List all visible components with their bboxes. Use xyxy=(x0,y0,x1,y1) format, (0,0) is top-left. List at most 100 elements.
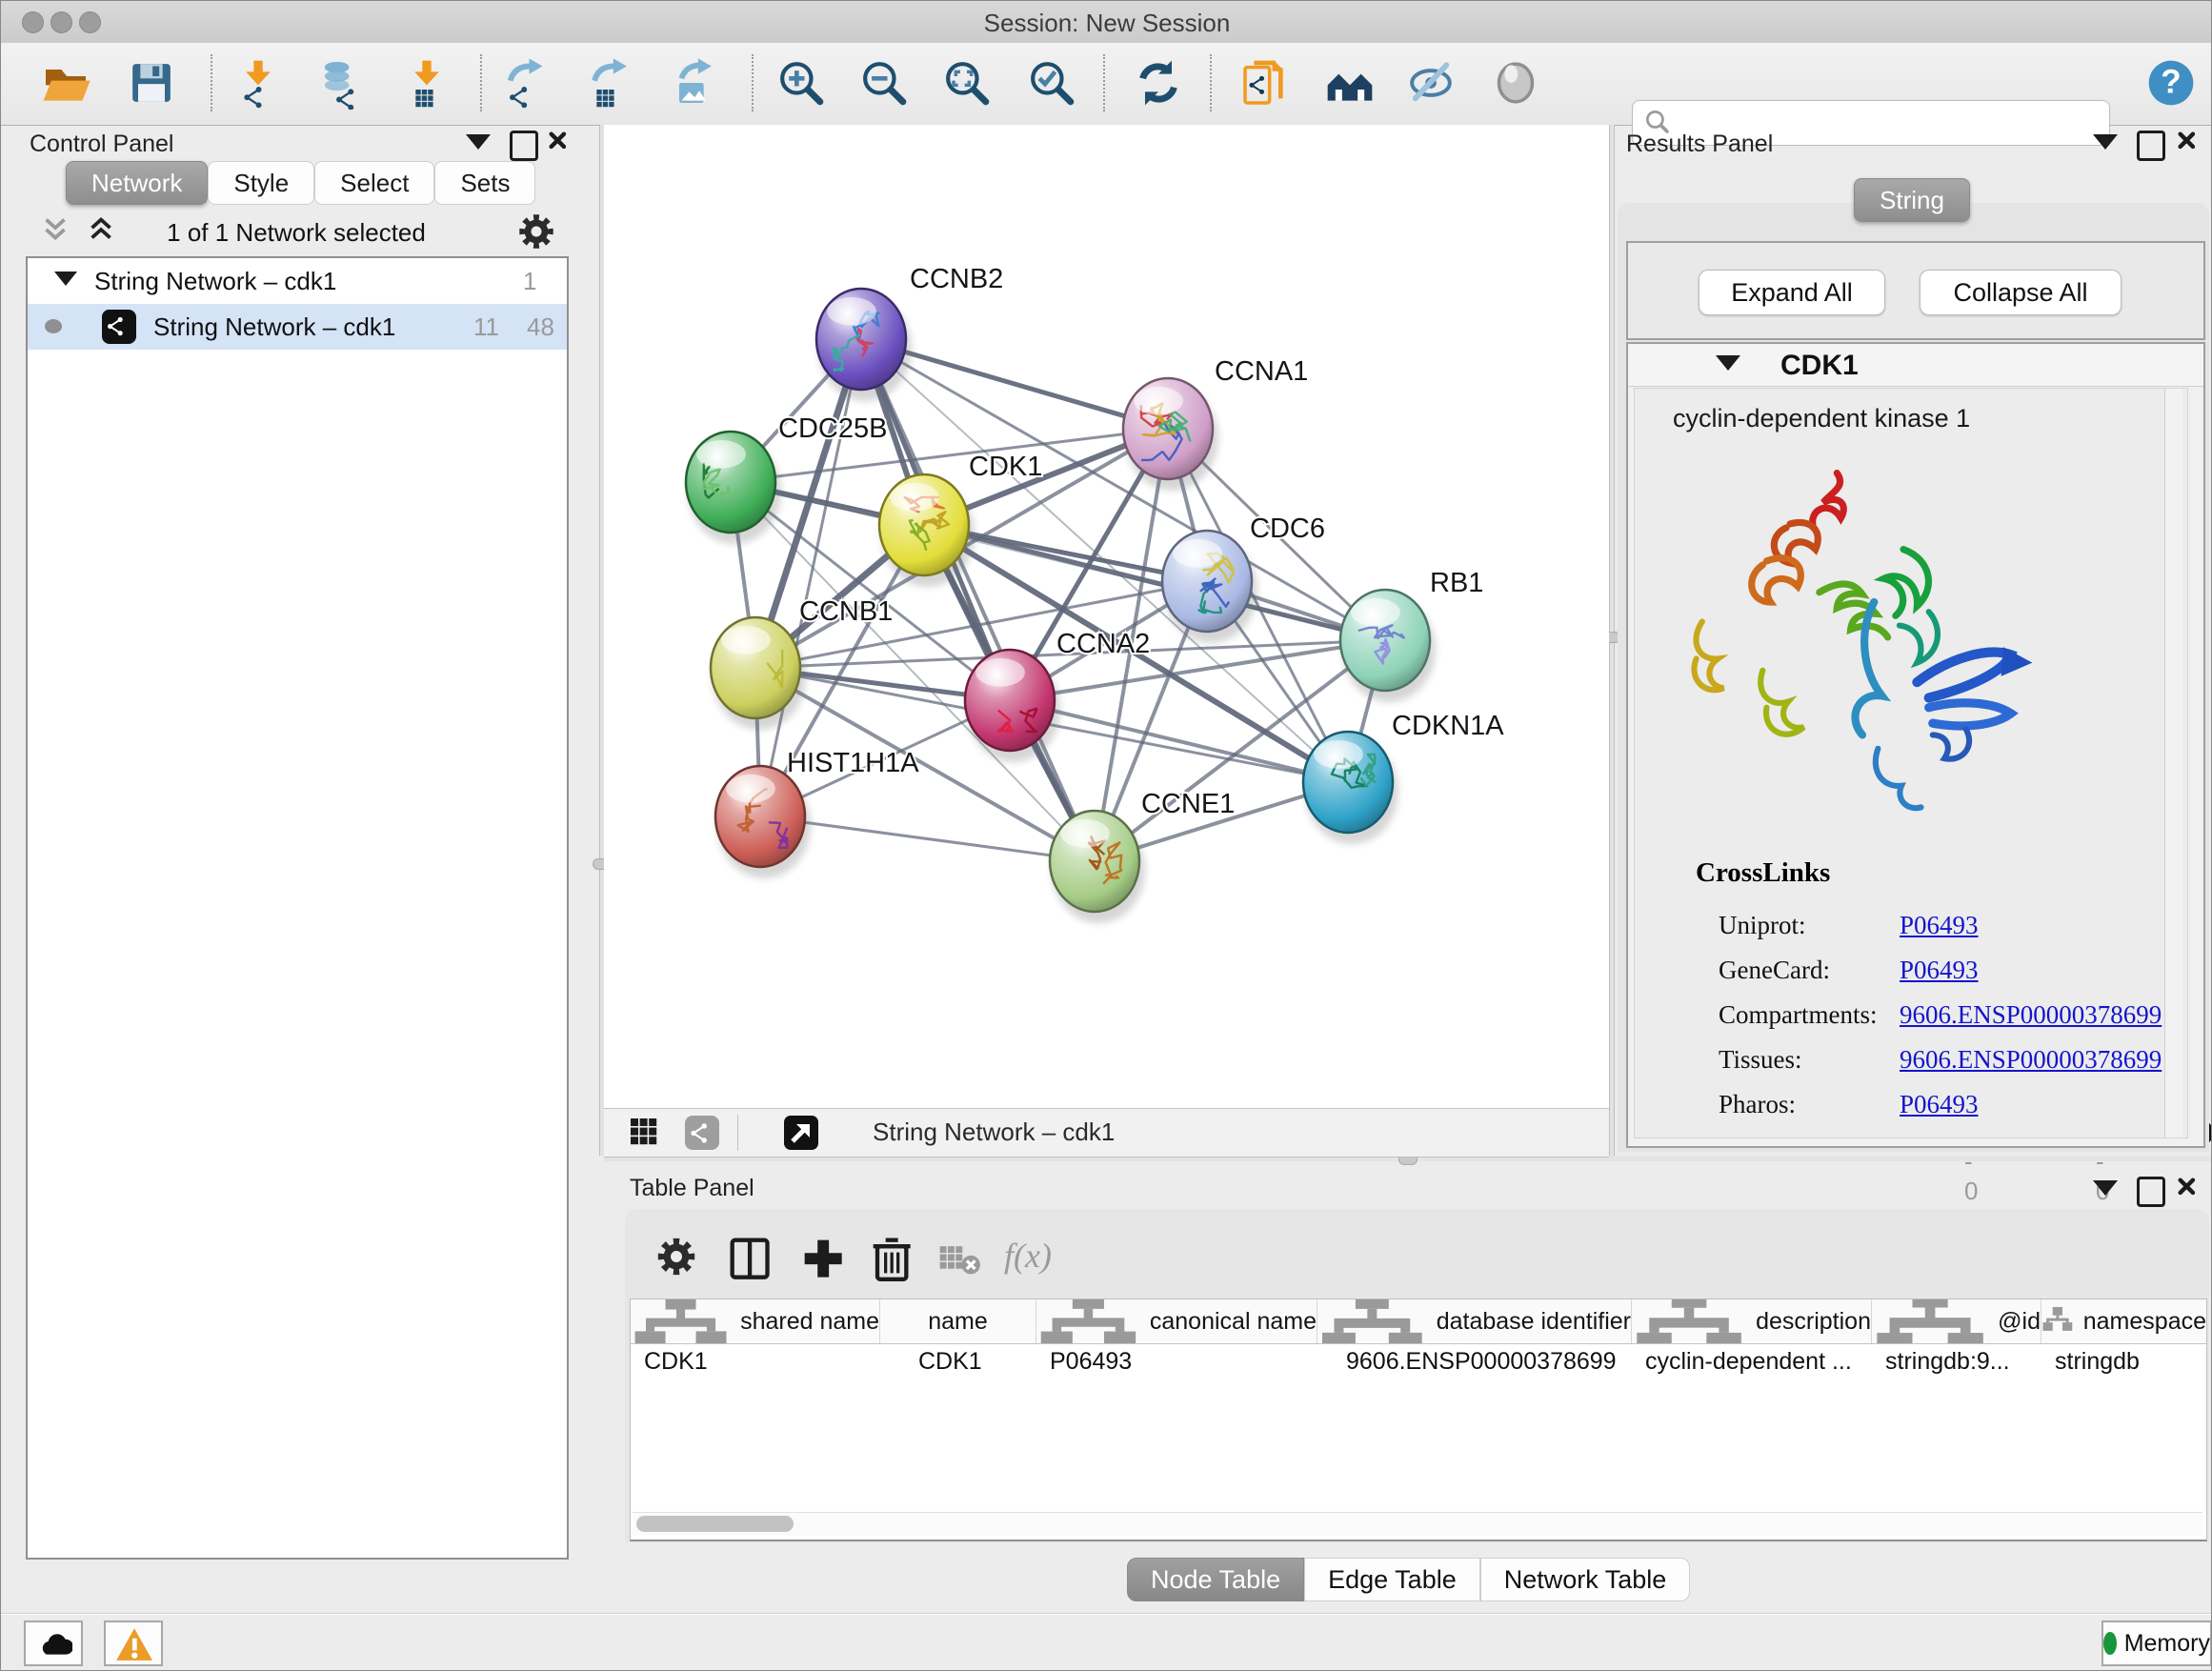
grid-view-icon[interactable] xyxy=(627,1115,663,1151)
network-node-CCNB1[interactable] xyxy=(711,617,800,718)
node-label-CCNA2: CCNA2 xyxy=(1056,629,1150,659)
column-header-canonical-name[interactable]: canonical name xyxy=(1036,1299,1317,1343)
tab-style[interactable]: Style xyxy=(208,161,314,205)
tab-select[interactable]: Select xyxy=(314,161,434,205)
crosslink-pharos[interactable]: P06493 xyxy=(1900,1090,1979,1118)
detach-view-icon[interactable] xyxy=(783,1115,819,1151)
results-panel-float-icon[interactable] xyxy=(2093,134,2118,150)
open-session-icon[interactable] xyxy=(39,56,92,110)
network-thumbnail-icon[interactable] xyxy=(684,1115,720,1151)
table-options-gear-icon[interactable] xyxy=(652,1232,701,1281)
network-node-CCNA1[interactable] xyxy=(1123,378,1213,479)
tab-edge-table[interactable]: Edge Table xyxy=(1304,1558,1480,1601)
crosslink-uniprot[interactable]: P06493 xyxy=(1900,911,1979,939)
import-database-icon[interactable] xyxy=(312,56,366,110)
column-header-shared-name[interactable]: shared name xyxy=(631,1299,880,1343)
zoom-selected-icon[interactable] xyxy=(1025,56,1078,110)
network-edge[interactable] xyxy=(1010,700,1348,782)
network-node-CCNA2[interactable] xyxy=(965,650,1055,751)
table-row[interactable]: CDK1 CDK1 P06493 9606.ENSP00000378699 cy… xyxy=(631,1344,2206,1382)
column-header-description[interactable]: description xyxy=(1632,1299,1872,1343)
network-row[interactable]: String Network – cdk1 11 48 xyxy=(28,304,567,350)
protein-card-expander-icon[interactable] xyxy=(1716,355,1740,371)
crosslink-tissues[interactable]: 9606.ENSP00000378699 xyxy=(1900,1045,2162,1074)
warnings-button[interactable] xyxy=(104,1621,163,1666)
results-panel-title: Results Panel xyxy=(1626,131,1773,158)
refresh-icon[interactable] xyxy=(1132,56,1185,110)
results-panel-maximize-icon[interactable] xyxy=(2137,131,2165,161)
collapse-all-button[interactable]: Collapse All xyxy=(1920,270,2122,315)
protein-result-card: CDK1 cyclin-dependent kinase 1 CrossLink… xyxy=(1626,342,2205,1148)
network-edge[interactable] xyxy=(760,816,1095,861)
network-edge[interactable] xyxy=(861,339,1168,429)
export-network-icon[interactable] xyxy=(499,56,553,110)
network-node-CDK1[interactable] xyxy=(879,474,969,575)
tab-node-table[interactable]: Node Table xyxy=(1127,1558,1304,1601)
network-edge[interactable] xyxy=(760,339,861,816)
column-header-id[interactable]: @id xyxy=(1872,1299,2041,1343)
network-options-gear-icon[interactable] xyxy=(513,209,559,254)
network-canvas[interactable]: CCNB2CCNA1CDC25BCDK1CDC6RB1CCNB1CCNA2CDK… xyxy=(604,125,1609,1108)
save-session-icon[interactable] xyxy=(125,56,178,110)
show-columns-icon[interactable] xyxy=(724,1232,774,1281)
expand-all-networks-icon[interactable] xyxy=(85,212,119,247)
results-panel-close-icon[interactable] xyxy=(2177,131,2203,157)
main-toolbar: ? xyxy=(1,43,2212,126)
network-edge[interactable] xyxy=(861,339,1095,861)
protein-card-header[interactable]: CDK1 xyxy=(1628,344,2203,387)
network-node-CDKN1A[interactable] xyxy=(1303,732,1393,833)
crosslink-row: Uniprot:P06493 xyxy=(1719,903,2162,948)
zoom-out-icon[interactable] xyxy=(857,56,911,110)
network-node-CDC25B[interactable] xyxy=(686,432,775,533)
export-image-icon[interactable] xyxy=(666,56,719,110)
column-header-database-identifier[interactable]: database identifier xyxy=(1317,1299,1632,1343)
node-table: shared name name canonical name database… xyxy=(630,1299,2207,1541)
help-icon[interactable]: ? xyxy=(2144,56,2198,110)
warning-icon xyxy=(114,1624,152,1662)
hide-selected-icon[interactable] xyxy=(1404,56,1458,110)
expand-all-button[interactable]: Expand All xyxy=(1699,270,1885,315)
column-header-name[interactable]: name xyxy=(880,1299,1036,1343)
table-panel-float-icon[interactable] xyxy=(2093,1180,2118,1196)
tab-network-table[interactable]: Network Table xyxy=(1480,1558,1691,1601)
network-node-count: 11 xyxy=(473,312,499,342)
toolbar-separator xyxy=(480,54,482,111)
column-header-namespace[interactable]: namespace xyxy=(2041,1299,2206,1343)
zoom-fit-icon[interactable] xyxy=(940,56,994,110)
results-scrollbar[interactable] xyxy=(2164,389,2182,1137)
control-panel-float-icon[interactable] xyxy=(466,134,491,150)
table-horizontal-scrollbar xyxy=(633,1512,2202,1536)
home-icon[interactable] xyxy=(1323,56,1377,110)
collapse-all-networks-icon[interactable] xyxy=(39,212,73,247)
zoom-in-icon[interactable] xyxy=(774,56,828,110)
app-window: Session: New Session ? Control Panel xyxy=(0,0,2212,1671)
network-node-CCNE1[interactable] xyxy=(1050,811,1139,912)
table-scrollbar-thumb[interactable] xyxy=(636,1516,794,1532)
memory-button[interactable]: Memory xyxy=(2101,1621,2212,1666)
tab-network[interactable]: Network xyxy=(66,161,208,205)
network-node-CDC6[interactable] xyxy=(1162,531,1252,632)
export-table-icon[interactable] xyxy=(581,56,634,110)
network-node-RB1[interactable] xyxy=(1340,590,1430,691)
network-node-CCNB2[interactable] xyxy=(816,289,906,390)
tab-sets[interactable]: Sets xyxy=(434,161,535,205)
cloud-button[interactable] xyxy=(24,1621,83,1666)
crosslink-genecard[interactable]: P06493 xyxy=(1900,956,1979,984)
add-column-icon[interactable] xyxy=(796,1232,846,1281)
node-label-CCNB1: CCNB1 xyxy=(799,596,893,627)
clone-network-icon[interactable] xyxy=(1238,56,1292,110)
show-details-icon[interactable] xyxy=(1489,56,1542,110)
import-table-icon[interactable] xyxy=(400,56,453,110)
table-panel-maximize-icon[interactable] xyxy=(2137,1177,2165,1207)
collection-expander-icon[interactable] xyxy=(54,272,77,286)
import-network-icon[interactable] xyxy=(231,56,285,110)
control-panel-close-icon[interactable] xyxy=(548,131,574,157)
crosslink-compartments[interactable]: 9606.ENSP00000378699 xyxy=(1900,1000,2162,1029)
network-view-title: String Network – cdk1 xyxy=(873,1117,1115,1147)
control-panel-maximize-icon[interactable] xyxy=(510,131,538,161)
network-node-HIST1H1A[interactable] xyxy=(715,766,805,867)
table-panel-close-icon[interactable] xyxy=(2177,1177,2203,1203)
delete-column-icon[interactable] xyxy=(865,1232,915,1281)
network-collection-row[interactable]: String Network – cdk1 1 xyxy=(28,258,567,304)
tab-string[interactable]: String xyxy=(1854,178,1970,222)
